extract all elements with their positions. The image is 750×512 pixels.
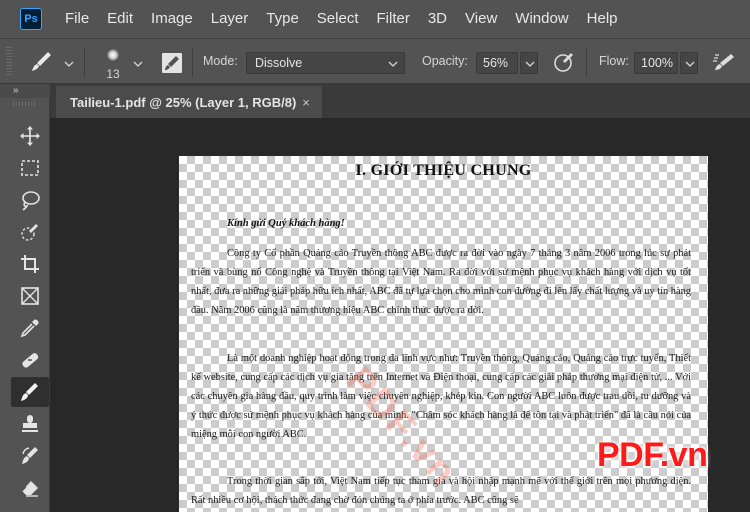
clone-stamp-tool[interactable] <box>11 409 49 439</box>
divider <box>84 47 85 77</box>
pressure-opacity-toggle[interactable] <box>552 50 576 74</box>
flow-slider-button[interactable] <box>680 52 698 74</box>
options-bar-grip[interactable] <box>6 47 12 77</box>
divider <box>192 47 193 77</box>
document-heading: I. GIỚI THIỆU CHUNG <box>355 162 532 179</box>
menu-3d[interactable]: 3D <box>419 0 456 38</box>
eraser-icon <box>21 481 38 497</box>
menu-image[interactable]: Image <box>142 0 202 38</box>
chevron-down-icon[interactable] <box>133 59 143 69</box>
marquee-tool[interactable] <box>11 153 49 183</box>
crop-icon <box>21 255 39 273</box>
quick-selection-icon <box>21 224 38 241</box>
brush-preset-picker[interactable]: 13 <box>100 45 126 81</box>
rectangular-marquee-icon <box>21 160 39 176</box>
mode-value: Dissolve <box>255 56 303 70</box>
flow-label: Flow: <box>599 54 629 68</box>
healing-brush-tool[interactable] <box>11 345 49 375</box>
document-paragraph-1: Công ty Cổ phần Quảng cáo Truyền thông A… <box>191 248 691 316</box>
tool-preset-picker[interactable] <box>28 49 58 75</box>
crop-tool[interactable] <box>11 249 49 279</box>
eyedropper-tool[interactable] <box>11 313 49 343</box>
opacity-slider-button[interactable] <box>520 52 538 74</box>
chevron-down-icon <box>388 61 398 67</box>
brush-settings-panel-button[interactable] <box>160 51 184 75</box>
stamp-icon <box>22 415 38 432</box>
brush-size: 13 <box>106 67 120 81</box>
bandage-icon <box>22 353 39 368</box>
toolbar-collapse-button[interactable]: » <box>0 84 50 98</box>
opacity-field[interactable]: 56% <box>476 52 518 74</box>
menu-file[interactable]: File <box>56 0 98 38</box>
airbrush-toggle[interactable] <box>711 50 735 74</box>
brush-icon <box>21 383 38 401</box>
document-tab[interactable]: Tailieu-1.pdf @ 25% (Layer 1, RGB/8) × <box>56 86 322 118</box>
brush-panel-icon <box>162 53 182 73</box>
menu-view[interactable]: View <box>456 0 506 38</box>
move-icon <box>20 126 40 146</box>
document-tab-bar: Tailieu-1.pdf @ 25% (Layer 1, RGB/8) × <box>50 84 750 118</box>
menu-bar: Ps File Edit Image Layer Type Select Fil… <box>0 0 750 38</box>
flow-field[interactable]: 100% <box>634 52 678 74</box>
brush-tip-icon <box>107 49 119 61</box>
document-tab-title: Tailieu-1.pdf @ 25% (Layer 1, RGB/8) <box>70 94 297 110</box>
toolbar-grip[interactable] <box>13 102 37 106</box>
chevron-down-icon[interactable] <box>64 59 74 69</box>
mode-label: Mode: <box>203 54 238 68</box>
menu-filter[interactable]: Filter <box>368 0 419 38</box>
lasso-icon <box>22 191 40 211</box>
brush-tool[interactable] <box>11 377 49 407</box>
lasso-tool[interactable] <box>11 185 49 215</box>
close-tab-icon[interactable]: × <box>302 95 310 110</box>
opacity-label: Opacity: <box>422 54 468 68</box>
tools-panel: » <box>0 84 50 512</box>
menu-help[interactable]: Help <box>578 0 627 38</box>
airbrush-icon <box>713 54 734 70</box>
options-bar: 13 Mode: Dissolve Opacity: 56% Flow: 100… <box>0 38 750 84</box>
photoshop-logo[interactable]: Ps <box>20 8 42 30</box>
menu-window[interactable]: Window <box>506 0 577 38</box>
eyedropper-icon <box>20 319 39 338</box>
document-paragraph-2: Là một doanh nghiệp hoạt động trong đa l… <box>191 353 691 440</box>
brush-icon <box>32 52 51 71</box>
mode-dropdown[interactable]: Dissolve <box>246 52 405 74</box>
frame-tool[interactable] <box>11 281 49 311</box>
menu-edit[interactable]: Edit <box>98 0 142 38</box>
history-brush-tool[interactable] <box>11 441 49 471</box>
menu-type[interactable]: Type <box>257 0 308 38</box>
eraser-tool[interactable] <box>11 473 49 503</box>
document-greeting: Kính gửi Quý khách hàng! <box>227 218 345 229</box>
chevron-down-icon <box>525 61 535 67</box>
pressure-opacity-icon <box>554 53 573 72</box>
menu-select[interactable]: Select <box>308 0 368 38</box>
pdf-vn-logo: PDF.vn <box>597 436 708 474</box>
quick-selection-tool[interactable] <box>11 217 49 247</box>
frame-icon <box>21 287 39 305</box>
chevron-down-icon <box>685 61 695 67</box>
canvas-area[interactable]: I. GIỚI THIỆU CHUNG Kính gửi Quý khách h… <box>50 118 750 512</box>
history-brush-icon <box>22 447 38 464</box>
divider <box>586 47 587 77</box>
menu-layer[interactable]: Layer <box>202 0 258 38</box>
move-tool[interactable] <box>11 121 49 151</box>
